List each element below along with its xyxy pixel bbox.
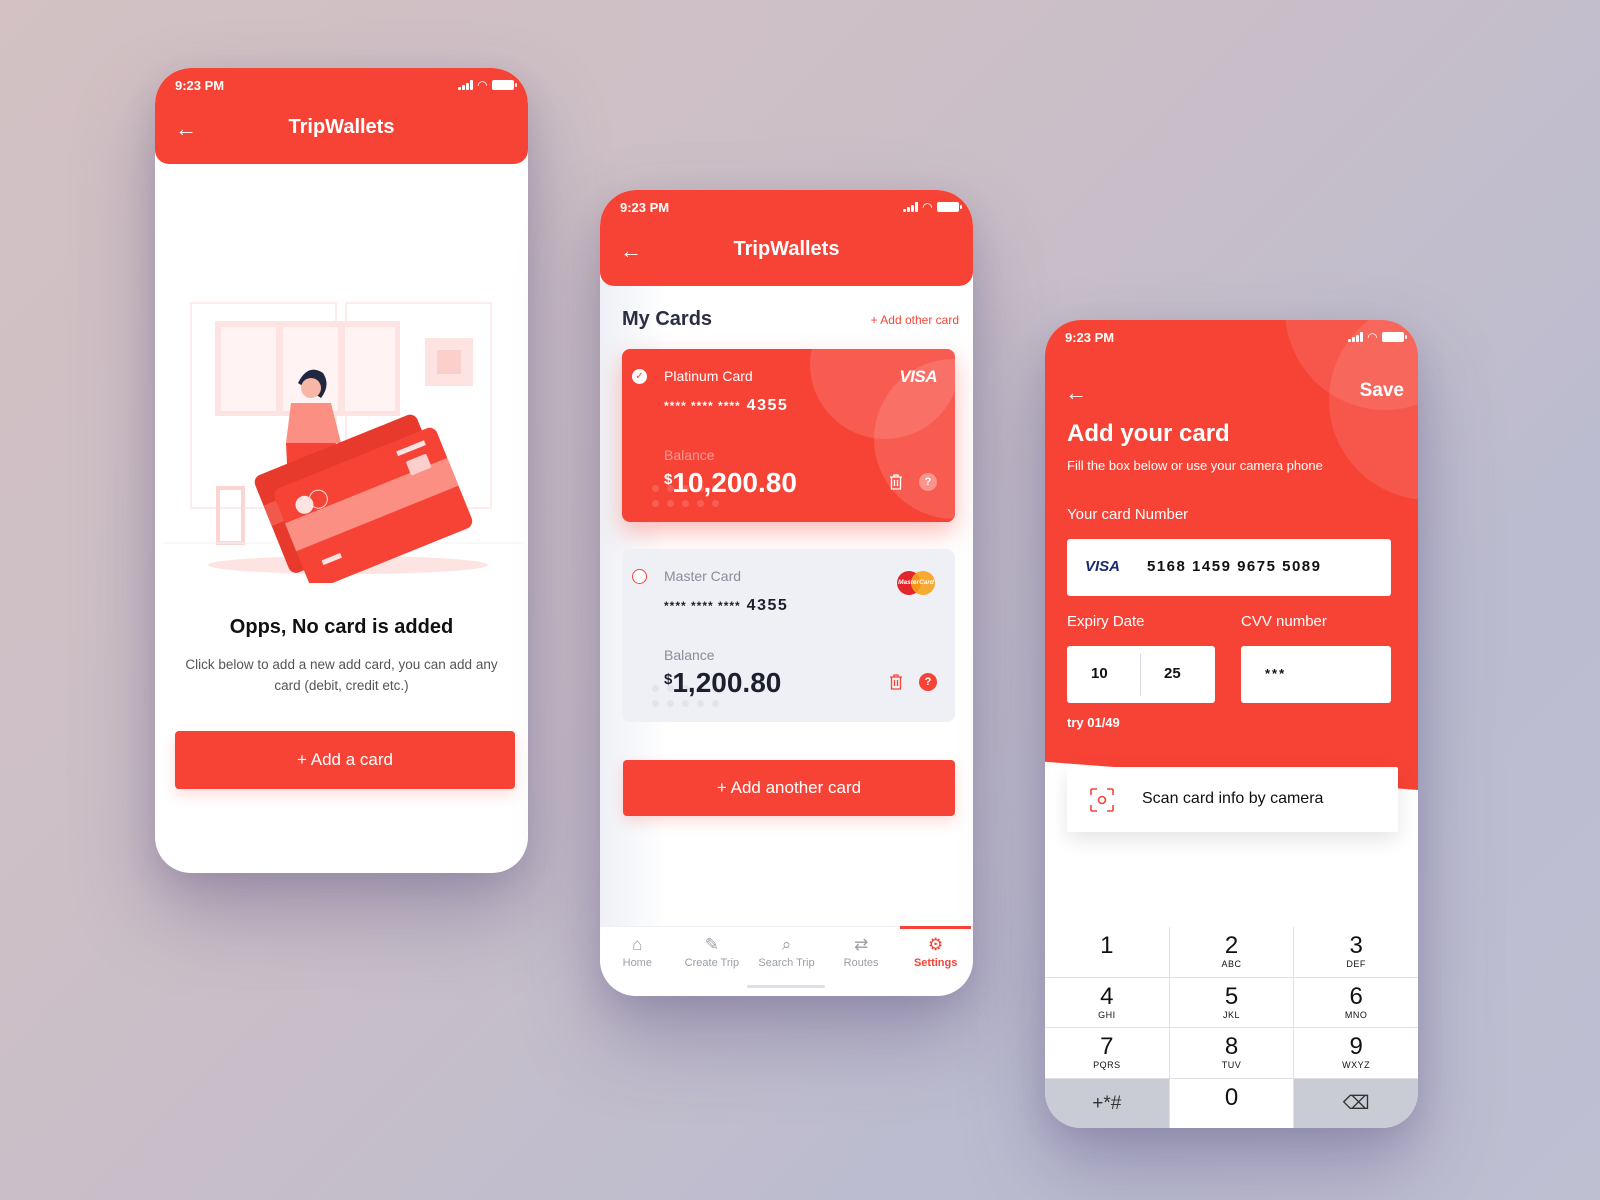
empty-cards-illustration: [163, 302, 523, 583]
expiry-month[interactable]: 10: [1091, 665, 1108, 682]
key-4[interactable]: 4 GHI: [1045, 977, 1169, 1027]
tab-home[interactable]: ⌂ Home: [600, 927, 675, 996]
numeric-keypad: 1 2 ABC 3 DEF 4 GHI 5 JKL 6 MNO 7 PQRS 8 TUV 9W…: [1045, 927, 1418, 1128]
mastercard-logo-icon: MasterCard: [897, 571, 935, 595]
tab-create-trip[interactable]: ✎ Create Trip: [675, 927, 750, 996]
add-card-screen: 9:23 PM ◠ ← Save Add your card Fill the …: [1045, 320, 1418, 1128]
visa-logo-icon: VISA: [899, 367, 937, 386]
app-title: TripWallets: [288, 116, 395, 138]
empty-state-description: Click below to add a new add card, you c…: [185, 657, 498, 693]
visa-logo-icon: VISA: [1085, 558, 1121, 575]
key-2[interactable]: 2 ABC: [1169, 927, 1294, 977]
scan-card-button[interactable]: Scan card info by camera: [1067, 767, 1398, 832]
cvv-value: ***: [1265, 666, 1287, 681]
cvv-label: CVV number: [1241, 613, 1327, 630]
balance-value: $1,200.80: [664, 667, 782, 698]
balance-label: Balance: [664, 647, 715, 663]
camera-scan-icon: [1090, 788, 1114, 812]
search-icon: ⌕: [781, 935, 792, 954]
card-item[interactable]: ✓ Platinum Card VISA **** **** **** 4355…: [622, 349, 955, 522]
page-title: Add your card: [1067, 420, 1230, 447]
radio-unselected[interactable]: [632, 569, 647, 584]
card-number: **** **** **** 4355: [664, 397, 789, 414]
card-name: Platinum Card: [664, 368, 753, 384]
wifi-icon: ◠: [1367, 330, 1377, 344]
selected-check-icon[interactable]: ✓: [632, 369, 647, 384]
key-symbols[interactable]: +*#: [1045, 1078, 1169, 1128]
trash-icon[interactable]: [889, 474, 903, 490]
page-subtitle: Fill the box below or use your camera ph…: [1067, 458, 1323, 473]
battery-icon: [492, 80, 517, 90]
gear-icon: ⚙: [928, 935, 944, 954]
home-icon: ⌂: [632, 935, 643, 954]
status-time: 9:23 PM: [175, 77, 225, 93]
scan-label: Scan card info by camera: [1142, 790, 1324, 807]
key-9[interactable]: 9 WXYZ: [1294, 1028, 1418, 1078]
tab-routes[interactable]: ⇄ Routes: [824, 927, 899, 996]
status-bar: 9:23 PM ◠: [1045, 320, 1418, 354]
card-name: Master Card: [664, 568, 742, 584]
key-7[interactable]: 7 PQRS: [1045, 1028, 1169, 1078]
balance-value: $10,200.80: [664, 467, 797, 498]
save-button[interactable]: Save: [1360, 380, 1404, 402]
status-bar: 9:23 PM ◠: [600, 190, 973, 224]
status-bar: 9:23 PM ◠: [155, 68, 528, 102]
add-other-card-link[interactable]: + Add other card: [871, 313, 959, 327]
status-time: 9:23 PM: [620, 199, 670, 215]
battery-icon: [1382, 332, 1407, 342]
signal-icon: [458, 80, 473, 90]
home-indicator: [747, 985, 825, 988]
balance-label: Balance: [664, 447, 715, 463]
wifi-icon: ◠: [477, 78, 487, 92]
help-icon[interactable]: ?: [919, 473, 937, 491]
add-another-card-button[interactable]: + Add another card: [623, 760, 955, 816]
expiry-year[interactable]: 25: [1164, 665, 1181, 682]
wifi-icon: ◠: [922, 200, 932, 214]
key-5[interactable]: 5 JKL: [1169, 977, 1294, 1027]
key-1[interactable]: 1: [1045, 927, 1169, 977]
section-title: My Cards: [622, 308, 713, 330]
backspace-icon: ⌫: [1342, 1092, 1370, 1114]
key-3[interactable]: 3 DEF: [1294, 927, 1418, 977]
cvv-input[interactable]: ***: [1241, 646, 1391, 703]
expiry-date-input[interactable]: 10 25: [1067, 646, 1215, 703]
help-icon[interactable]: ?: [919, 673, 937, 691]
card-number: **** **** **** 4355: [664, 597, 789, 614]
expiry-date-label: Expiry Date: [1067, 613, 1145, 630]
backspace-key[interactable]: ⌫: [1294, 1078, 1418, 1128]
battery-icon: [937, 202, 962, 212]
key-8[interactable]: 8 TUV: [1169, 1028, 1294, 1078]
key-6[interactable]: 6 MNO: [1294, 977, 1418, 1027]
back-arrow-icon[interactable]: ←: [1065, 382, 1087, 404]
status-time: 9:23 PM: [1065, 329, 1115, 345]
empty-state-title: Opps, No card is added: [229, 616, 454, 638]
app-title: TripWallets: [733, 238, 840, 260]
edit-icon: ✎: [704, 935, 720, 954]
signal-icon: [903, 202, 918, 212]
card-number-value: 5168 1459 9675 5089: [1147, 558, 1322, 575]
add-card-button[interactable]: + Add a card: [175, 731, 515, 789]
empty-wallet-screen: 9:23 PM ◠ ← TripWallets Opps, No card is…: [155, 68, 528, 873]
try-counter: try 01/49: [1067, 715, 1120, 730]
tab-settings[interactable]: ⚙ Settings: [898, 926, 973, 996]
swap-icon: ⇄: [853, 935, 869, 954]
signal-icon: [1348, 332, 1363, 342]
trash-icon[interactable]: [889, 674, 903, 690]
card-item[interactable]: Master Card MasterCard **** **** **** 43…: [622, 549, 955, 722]
card-number-input[interactable]: VISA 5168 1459 9675 5089: [1067, 539, 1391, 596]
my-cards-screen: 9:23 PM ◠ ← TripWallets My Cards + Add o…: [600, 190, 973, 996]
key-0[interactable]: 0: [1169, 1078, 1294, 1128]
card-number-label: Your card Number: [1067, 506, 1189, 523]
